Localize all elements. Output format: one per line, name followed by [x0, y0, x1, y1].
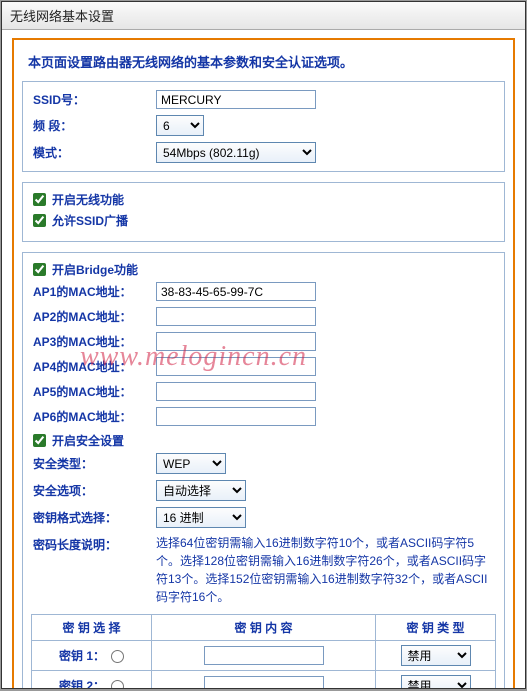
window: 无线网络基本设置 本页面设置路由器无线网络的基本参数和安全认证选项。 SSID号…: [1, 1, 526, 689]
key-content-input[interactable]: [204, 646, 324, 665]
allow-ssid-broadcast-label: 允许SSID广播: [52, 212, 128, 229]
key-select-radio[interactable]: [111, 680, 124, 688]
bridge-mac-label: AP2的MAC地址：: [31, 308, 156, 325]
key-row: 密钥 2： 禁用: [32, 671, 496, 689]
key-select-radio[interactable]: [111, 650, 124, 663]
key-row-label: 密钥 1：: [59, 649, 105, 663]
key-table: 密 钥 选 择 密 钥 内 容 密 钥 类 型 密钥 1：禁用密钥 2：禁用密钥…: [31, 614, 496, 688]
bridge-mac-row: AP1的MAC地址：: [31, 282, 496, 301]
bridge-mac-label: AP1的MAC地址：: [31, 283, 156, 300]
bridge-mac-row: AP2的MAC地址：: [31, 307, 496, 326]
key-type-select[interactable]: 禁用: [401, 645, 471, 666]
bridge-mac-row: AP5的MAC地址：: [31, 382, 496, 401]
security-option-select[interactable]: 自动选择: [156, 480, 246, 501]
bridge-mac-input[interactable]: [156, 282, 316, 301]
content-area: 本页面设置路由器无线网络的基本参数和安全认证选项。 SSID号： 频 段： 6 …: [2, 30, 525, 688]
band-label: 频 段：: [31, 117, 156, 134]
key-row: 密钥 1： 禁用: [32, 641, 496, 671]
ssid-label: SSID号：: [31, 91, 156, 108]
bridge-mac-input[interactable]: [156, 357, 316, 376]
mode-select[interactable]: 54Mbps (802.11g): [156, 142, 316, 163]
key-col-type: 密 钥 类 型: [376, 615, 496, 641]
enable-security-label: 开启安全设置: [52, 432, 124, 449]
bridge-mac-row: AP3的MAC地址：: [31, 332, 496, 351]
bridge-mac-row: AP6的MAC地址：: [31, 407, 496, 426]
intro-text: 本页面设置路由器无线网络的基本参数和安全认证选项。: [28, 52, 505, 71]
key-row-label: 密钥 2：: [59, 679, 105, 688]
bridge-security-group: 开启Bridge功能 AP1的MAC地址： AP2的MAC地址： AP3的MAC地址…: [22, 252, 505, 688]
enable-bridge-checkbox[interactable]: [33, 263, 46, 276]
bridge-mac-label: AP6的MAC地址：: [31, 408, 156, 425]
mode-label: 模式：: [31, 144, 156, 161]
bridge-mac-input[interactable]: [156, 307, 316, 326]
wireless-enable-group: 开启无线功能 允许SSID广播: [22, 182, 505, 242]
enable-security-checkbox[interactable]: [33, 434, 46, 447]
bridge-mac-input[interactable]: [156, 407, 316, 426]
security-type-label: 安全类型：: [31, 455, 156, 472]
ssid-input[interactable]: [156, 90, 316, 109]
key-col-select: 密 钥 选 择: [32, 615, 152, 641]
bridge-mac-row: AP4的MAC地址：: [31, 357, 496, 376]
key-col-content: 密 钥 内 容: [152, 615, 376, 641]
main-panel: 本页面设置路由器无线网络的基本参数和安全认证选项。 SSID号： 频 段： 6 …: [12, 38, 515, 688]
bridge-mac-input[interactable]: [156, 332, 316, 351]
allow-ssid-broadcast-checkbox[interactable]: [33, 214, 46, 227]
enable-bridge-label: 开启Bridge功能: [52, 261, 138, 278]
security-option-label: 安全选项：: [31, 482, 156, 499]
enable-wireless-label: 开启无线功能: [52, 191, 124, 208]
key-content-input[interactable]: [204, 676, 324, 688]
bridge-mac-label: AP5的MAC地址：: [31, 383, 156, 400]
window-title: 无线网络基本设置: [2, 2, 525, 30]
key-format-select[interactable]: 16 进制: [156, 507, 246, 528]
band-select[interactable]: 6: [156, 115, 204, 136]
security-type-select[interactable]: WEP: [156, 453, 226, 474]
key-length-help: 选择64位密钥需输入16进制数字符10个，或者ASCII码字符5个。选择128位…: [156, 534, 496, 606]
key-type-select[interactable]: 禁用: [401, 675, 471, 688]
key-length-label: 密码长度说明：: [31, 534, 156, 553]
basic-group: SSID号： 频 段： 6 模式： 54Mbps (802.11g): [22, 81, 505, 172]
bridge-mac-input[interactable]: [156, 382, 316, 401]
bridge-mac-list: AP1的MAC地址： AP2的MAC地址： AP3的MAC地址： AP4的MAC地址：…: [31, 282, 496, 426]
key-format-label: 密钥格式选择：: [31, 509, 156, 526]
bridge-mac-label: AP3的MAC地址：: [31, 333, 156, 350]
bridge-mac-label: AP4的MAC地址：: [31, 358, 156, 375]
enable-wireless-checkbox[interactable]: [33, 193, 46, 206]
